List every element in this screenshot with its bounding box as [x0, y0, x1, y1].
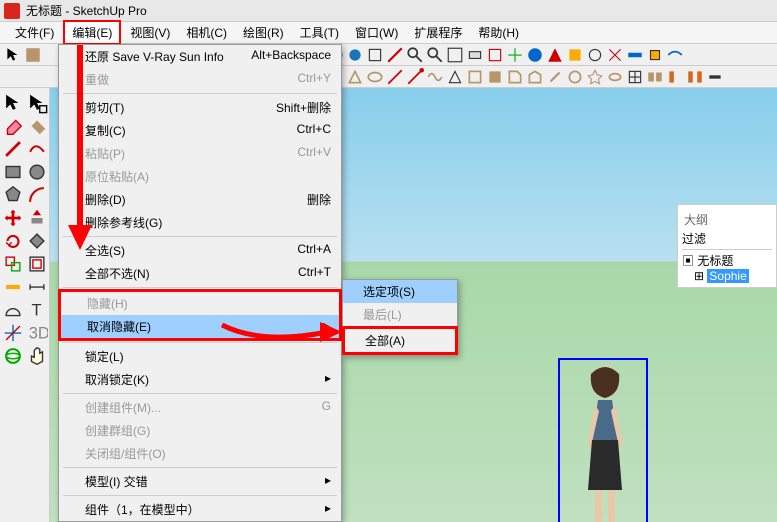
menubar: 文件(F) 编辑(E) 视图(V) 相机(C) 绘图(R) 工具(T) 窗口(W… [0, 22, 777, 44]
menu-file[interactable]: 文件(F) [8, 22, 61, 43]
menu-camera[interactable]: 相机(C) [179, 22, 234, 43]
titlebar: 无标题 - SketchUp Pro [0, 0, 777, 22]
orbit-icon[interactable] [2, 345, 24, 367]
move-icon[interactable] [2, 207, 24, 229]
outline-panel: 大纲 过滤 ▣ 无标题 ⊞ Sophie [677, 204, 777, 288]
circle-icon[interactable] [26, 161, 48, 183]
left-toolbox: T 3D [0, 88, 50, 522]
menu-draw[interactable]: 绘图(R) [236, 22, 291, 43]
shape-icon[interactable] [626, 68, 644, 86]
menu-unlock[interactable]: 取消锁定(K) [59, 368, 341, 391]
rect-icon[interactable] [2, 161, 24, 183]
shape-icon[interactable] [606, 68, 624, 86]
shape-icon[interactable] [506, 68, 524, 86]
shape-icon[interactable] [646, 68, 664, 86]
shape-icon[interactable] [706, 68, 724, 86]
select-icon[interactable] [2, 92, 24, 114]
tool-icon[interactable] [646, 46, 664, 64]
pushpull-icon[interactable] [26, 207, 48, 229]
tool-icon[interactable] [366, 46, 384, 64]
3dtext-icon[interactable]: 3D [26, 322, 48, 344]
shape-icon[interactable] [386, 68, 404, 86]
submenu-all[interactable]: 全部(A) [345, 329, 455, 352]
paint-icon[interactable] [24, 46, 42, 64]
zoom-icon[interactable] [426, 46, 444, 64]
zoom-icon[interactable] [406, 46, 424, 64]
freehand-icon[interactable] [26, 138, 48, 160]
menu-make-component[interactable]: 创建组件(M)...G [59, 396, 341, 419]
offset-icon[interactable] [26, 253, 48, 275]
submenu-selected[interactable]: 选定项(S) [343, 280, 457, 303]
line-icon[interactable] [2, 138, 24, 160]
menu-close-group[interactable]: 关闭组/组件(O) [59, 442, 341, 465]
scale-icon[interactable] [2, 253, 24, 275]
menu-make-group[interactable]: 创建群组(G) [59, 419, 341, 442]
tool-icon[interactable] [346, 46, 364, 64]
selected-figure[interactable] [558, 358, 648, 522]
protractor-icon[interactable] [2, 299, 24, 321]
shape-icon[interactable] [366, 68, 384, 86]
tool-icon[interactable] [526, 46, 544, 64]
shape-icon[interactable] [346, 68, 364, 86]
tree-item[interactable]: ⊞ Sophie [682, 269, 772, 283]
arc-icon[interactable] [26, 184, 48, 206]
tool-icon[interactable] [606, 46, 624, 64]
axes-icon[interactable] [2, 322, 24, 344]
shape-icon[interactable] [486, 68, 504, 86]
tool-icon[interactable] [466, 46, 484, 64]
shape-icon[interactable] [566, 68, 584, 86]
annotation-arrow-2 [212, 310, 352, 350]
shape-icon[interactable] [586, 68, 604, 86]
dim-icon[interactable] [26, 276, 48, 298]
polygon-icon[interactable] [2, 184, 24, 206]
annotation-arrow-1 [60, 40, 110, 260]
svg-text:3D: 3D [28, 325, 47, 343]
menu-tools[interactable]: 工具(T) [293, 22, 346, 43]
tool-icon[interactable] [626, 46, 644, 64]
select2-icon[interactable] [26, 92, 48, 114]
shape-icon[interactable] [666, 68, 684, 86]
shape-icon[interactable] [406, 68, 424, 86]
paint-bucket-icon[interactable] [26, 115, 48, 137]
eraser-icon[interactable] [2, 115, 24, 137]
menu-intersect[interactable]: 模型(I) 交错 [59, 470, 341, 493]
window-title: 无标题 - SketchUp Pro [26, 2, 147, 19]
unhide-submenu: 选定项(S) 最后(L) 全部(A) [342, 279, 458, 356]
menu-view[interactable]: 视图(V) [123, 22, 177, 43]
svg-text:T: T [31, 302, 41, 320]
tool-icon[interactable] [506, 46, 524, 64]
tool-icon[interactable] [446, 46, 464, 64]
menu-ext[interactable]: 扩展程序 [407, 22, 469, 43]
tool-icon[interactable] [666, 46, 684, 64]
tool-icon[interactable] [486, 46, 504, 64]
shape-icon[interactable] [686, 68, 704, 86]
shape-icon[interactable] [426, 68, 444, 86]
app-icon [4, 3, 20, 19]
pan-icon[interactable] [26, 345, 48, 367]
rotate-icon[interactable] [2, 230, 24, 252]
tool-icon[interactable] [586, 46, 604, 64]
tape-icon[interactable] [2, 276, 24, 298]
shape-icon[interactable] [446, 68, 464, 86]
shape-icon[interactable] [546, 68, 564, 86]
cursor-icon[interactable] [4, 46, 22, 64]
tool-icon[interactable] [566, 46, 584, 64]
follow-icon[interactable] [26, 230, 48, 252]
tool-icon[interactable] [386, 46, 404, 64]
panel-title: 大纲 [682, 209, 772, 230]
menu-help[interactable]: 帮助(H) [471, 22, 526, 43]
tree-root[interactable]: ▣ 无标题 [682, 252, 772, 269]
shape-icon[interactable] [526, 68, 544, 86]
menu-window[interactable]: 窗口(W) [348, 22, 405, 43]
tool-icon[interactable] [546, 46, 564, 64]
submenu-last[interactable]: 最后(L) [343, 303, 457, 326]
menu-component[interactable]: 组件（1，在模型中） [59, 498, 341, 521]
shape-icon[interactable] [466, 68, 484, 86]
text-icon[interactable]: T [26, 299, 48, 321]
panel-filter[interactable]: 过滤 [682, 230, 772, 250]
menu-select-none[interactable]: 全部不选(N)Ctrl+T [59, 262, 341, 285]
